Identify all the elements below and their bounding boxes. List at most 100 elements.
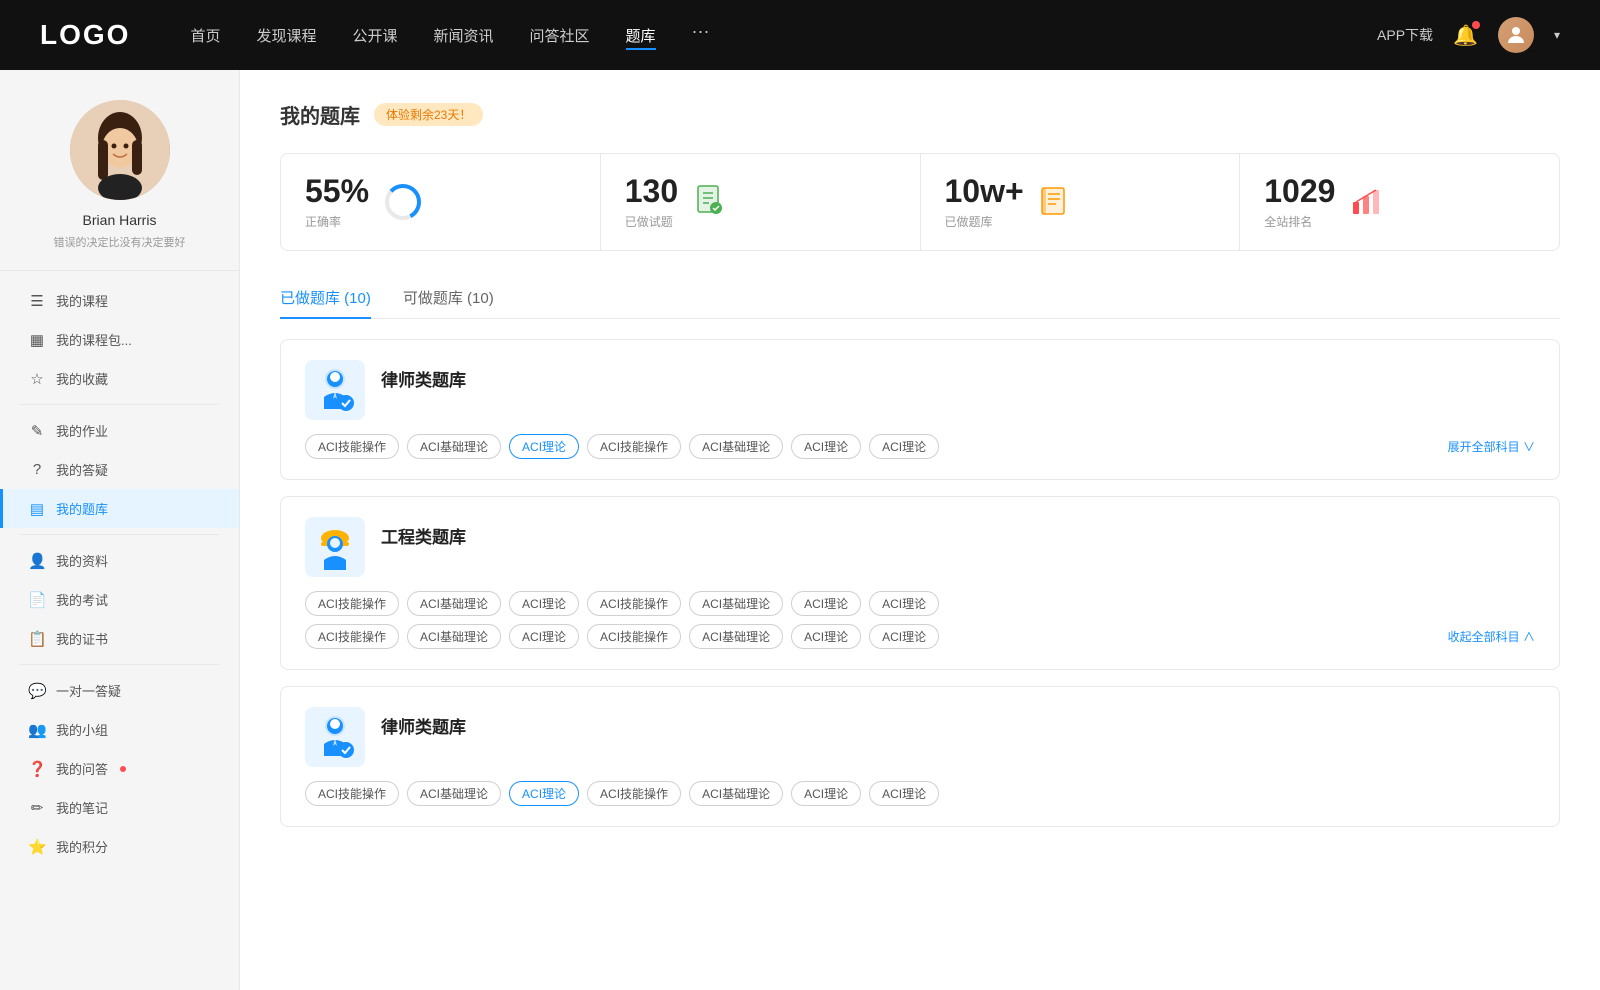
- sidebar-item-notes[interactable]: ✏ 我的笔记: [0, 788, 239, 827]
- nav-home[interactable]: 首页: [190, 21, 220, 50]
- qbank-tag[interactable]: ACI基础理论: [407, 624, 501, 649]
- sidebar-item-label: 一对一答疑: [56, 681, 121, 700]
- avatar-chevron-icon[interactable]: ▾: [1554, 28, 1560, 42]
- qbank-tag[interactable]: ACI技能操作: [587, 434, 681, 459]
- avatar-image: [70, 100, 170, 200]
- trial-badge: 体验剩余23天！: [374, 103, 483, 126]
- app-download-button[interactable]: APP下载: [1377, 25, 1433, 45]
- sidebar-item-favorites[interactable]: ☆ 我的收藏: [0, 359, 239, 398]
- sidebar-item-homework[interactable]: ✎ 我的作业: [0, 411, 239, 450]
- qbank-tag-selected[interactable]: ACI理论: [509, 434, 579, 459]
- points-icon: ⭐: [28, 838, 46, 856]
- sidebar-item-questionbank[interactable]: ▤ 我的题库: [0, 489, 239, 528]
- coursepack-icon: ▦: [28, 331, 46, 349]
- cert-icon: 📋: [28, 630, 46, 648]
- qbank-tag[interactable]: ACI技能操作: [305, 781, 399, 806]
- qbank-tag[interactable]: ACI理论: [869, 591, 939, 616]
- notification-dot: [1472, 21, 1480, 29]
- sidebar-username: Brian Harris: [83, 212, 157, 228]
- qbank-tag[interactable]: ACI技能操作: [587, 781, 681, 806]
- stat-done-questions-number: 130: [625, 174, 678, 209]
- sidebar-item-group[interactable]: 👥 我的小组: [0, 710, 239, 749]
- qbank-title-lawyer-2: 律师类题库: [381, 707, 466, 738]
- sidebar-item-label: 我的积分: [56, 837, 108, 856]
- accuracy-pie-icon: [383, 182, 423, 222]
- qbank-tag[interactable]: ACI基础理论: [407, 781, 501, 806]
- qbank-card-lawyer-1: 律师类题库 ACI技能操作 ACI基础理论 ACI理论 ACI技能操作 ACI基…: [280, 339, 1560, 480]
- collapse-button-engineer[interactable]: 收起全部科目 ∧: [1448, 628, 1535, 645]
- nav-more[interactable]: ···: [692, 21, 710, 50]
- sidebar-item-certificate[interactable]: 📋 我的证书: [0, 619, 239, 658]
- nav-news[interactable]: 新闻资讯: [434, 21, 494, 50]
- qbank-tag[interactable]: ACI技能操作: [587, 624, 681, 649]
- stat-rank: 1029 全站排名: [1240, 154, 1559, 250]
- sidebar-item-label: 我的资料: [56, 551, 108, 570]
- qbank-lawyer-2-icon-wrap: [305, 707, 365, 767]
- sidebar-item-coursepack[interactable]: ▦ 我的课程包...: [0, 320, 239, 359]
- stat-rank-label: 全站排名: [1264, 213, 1335, 230]
- sidebar-item-profile[interactable]: 👤 我的资料: [0, 541, 239, 580]
- qbank-tags-lawyer-1: ACI技能操作 ACI基础理论 ACI理论 ACI技能操作 ACI基础理论 AC…: [305, 434, 939, 459]
- qbank-tag[interactable]: ACI理论: [791, 781, 861, 806]
- nav-links: 首页 发现课程 公开课 新闻资讯 问答社区 题库 ···: [190, 21, 1377, 50]
- nav-questionbank[interactable]: 题库: [626, 21, 656, 50]
- qbank-tag[interactable]: ACI技能操作: [587, 591, 681, 616]
- nav-qa[interactable]: 问答社区: [530, 21, 590, 50]
- page-header: 我的题库 体验剩余23天！: [280, 100, 1560, 129]
- homework-icon: ✎: [28, 422, 46, 440]
- profile-icon: 👤: [28, 552, 46, 570]
- sidebar-divider-1: [20, 404, 219, 405]
- qbank-title-engineer: 工程类题库: [381, 517, 466, 548]
- avatar[interactable]: [1498, 17, 1534, 53]
- qbank-tag[interactable]: ACI基础理论: [689, 434, 783, 459]
- qbank-tag[interactable]: ACI理论: [869, 781, 939, 806]
- sidebar-item-label: 我的课程包...: [56, 330, 132, 349]
- stat-accuracy: 55% 正确率: [281, 154, 601, 250]
- qbank-tag[interactable]: ACI技能操作: [305, 624, 399, 649]
- qbank-tag[interactable]: ACI理论: [869, 624, 939, 649]
- stat-done-banks-label: 已做题库: [945, 213, 1024, 230]
- sidebar-item-label: 我的小组: [56, 720, 108, 739]
- sidebar-item-label: 我的答疑: [56, 460, 108, 479]
- qbank-tag[interactable]: ACI理论: [791, 591, 861, 616]
- sidebar-item-qa[interactable]: ? 我的答疑: [0, 450, 239, 489]
- sidebar-item-exam[interactable]: 📄 我的考试: [0, 580, 239, 619]
- qbank-tag[interactable]: ACI理论: [509, 624, 579, 649]
- qbank-tag[interactable]: ACI理论: [791, 624, 861, 649]
- sidebar-item-label: 我的问答: [56, 759, 108, 778]
- exam-icon: 📄: [28, 591, 46, 609]
- qbank-title-lawyer-1: 律师类题库: [381, 360, 466, 391]
- sidebar-item-points[interactable]: ⭐ 我的积分: [0, 827, 239, 866]
- nav-opencourse[interactable]: 公开课: [352, 21, 397, 50]
- qbank-tag[interactable]: ACI基础理论: [689, 591, 783, 616]
- qbank-header-engineer: 工程类题库: [305, 517, 1535, 577]
- qbank-tag-selected[interactable]: ACI理论: [509, 781, 579, 806]
- sidebar-item-onetoone[interactable]: 💬 一对一答疑: [0, 671, 239, 710]
- stat-done-questions-text: 130 已做试题: [625, 174, 678, 230]
- qbank-tags-engineer-1: ACI技能操作 ACI基础理论 ACI理论 ACI技能操作 ACI基础理论 AC…: [305, 591, 939, 616]
- qbank-header-lawyer-2: 律师类题库: [305, 707, 1535, 767]
- qbank-tag[interactable]: ACI基础理论: [407, 434, 501, 459]
- qbank-tags-row-engineer-1: ACI技能操作 ACI基础理论 ACI理论 ACI技能操作 ACI基础理论 AC…: [305, 591, 1535, 616]
- notification-bell[interactable]: 🔔: [1453, 23, 1478, 48]
- qbank-tag[interactable]: ACI技能操作: [305, 434, 399, 459]
- sidebar-menu: ☰ 我的课程 ▦ 我的课程包... ☆ 我的收藏 ✎ 我的作业 ? 我的答疑 ▤: [0, 281, 239, 866]
- nav-discover[interactable]: 发现课程: [256, 21, 316, 50]
- sidebar-divider-2: [20, 534, 219, 535]
- tab-available[interactable]: 可做题库 (10): [403, 279, 494, 318]
- qbank-tag[interactable]: ACI理论: [509, 591, 579, 616]
- qbank-tag[interactable]: ACI理论: [791, 434, 861, 459]
- sidebar-item-myqa[interactable]: ❓ 我的问答: [0, 749, 239, 788]
- tab-done[interactable]: 已做题库 (10): [280, 279, 371, 318]
- qbank-tag[interactable]: ACI基础理论: [407, 591, 501, 616]
- qbank-engineer-icon-wrap: [305, 517, 365, 577]
- qbank-tag[interactable]: ACI基础理论: [689, 624, 783, 649]
- qbank-tag[interactable]: ACI理论: [869, 434, 939, 459]
- qbank-tag[interactable]: ACI技能操作: [305, 591, 399, 616]
- qbank-tag[interactable]: ACI基础理论: [689, 781, 783, 806]
- sidebar-item-course[interactable]: ☰ 我的课程: [0, 281, 239, 320]
- stat-done-banks-text: 10w+ 已做题库: [945, 174, 1024, 230]
- expand-button-lawyer-1[interactable]: 展开全部科目 ∨: [1448, 438, 1535, 455]
- qbank-card-engineer: 工程类题库 ACI技能操作 ACI基础理论 ACI理论 ACI技能操作 ACI基…: [280, 496, 1560, 670]
- myqa-icon: ❓: [28, 760, 46, 778]
